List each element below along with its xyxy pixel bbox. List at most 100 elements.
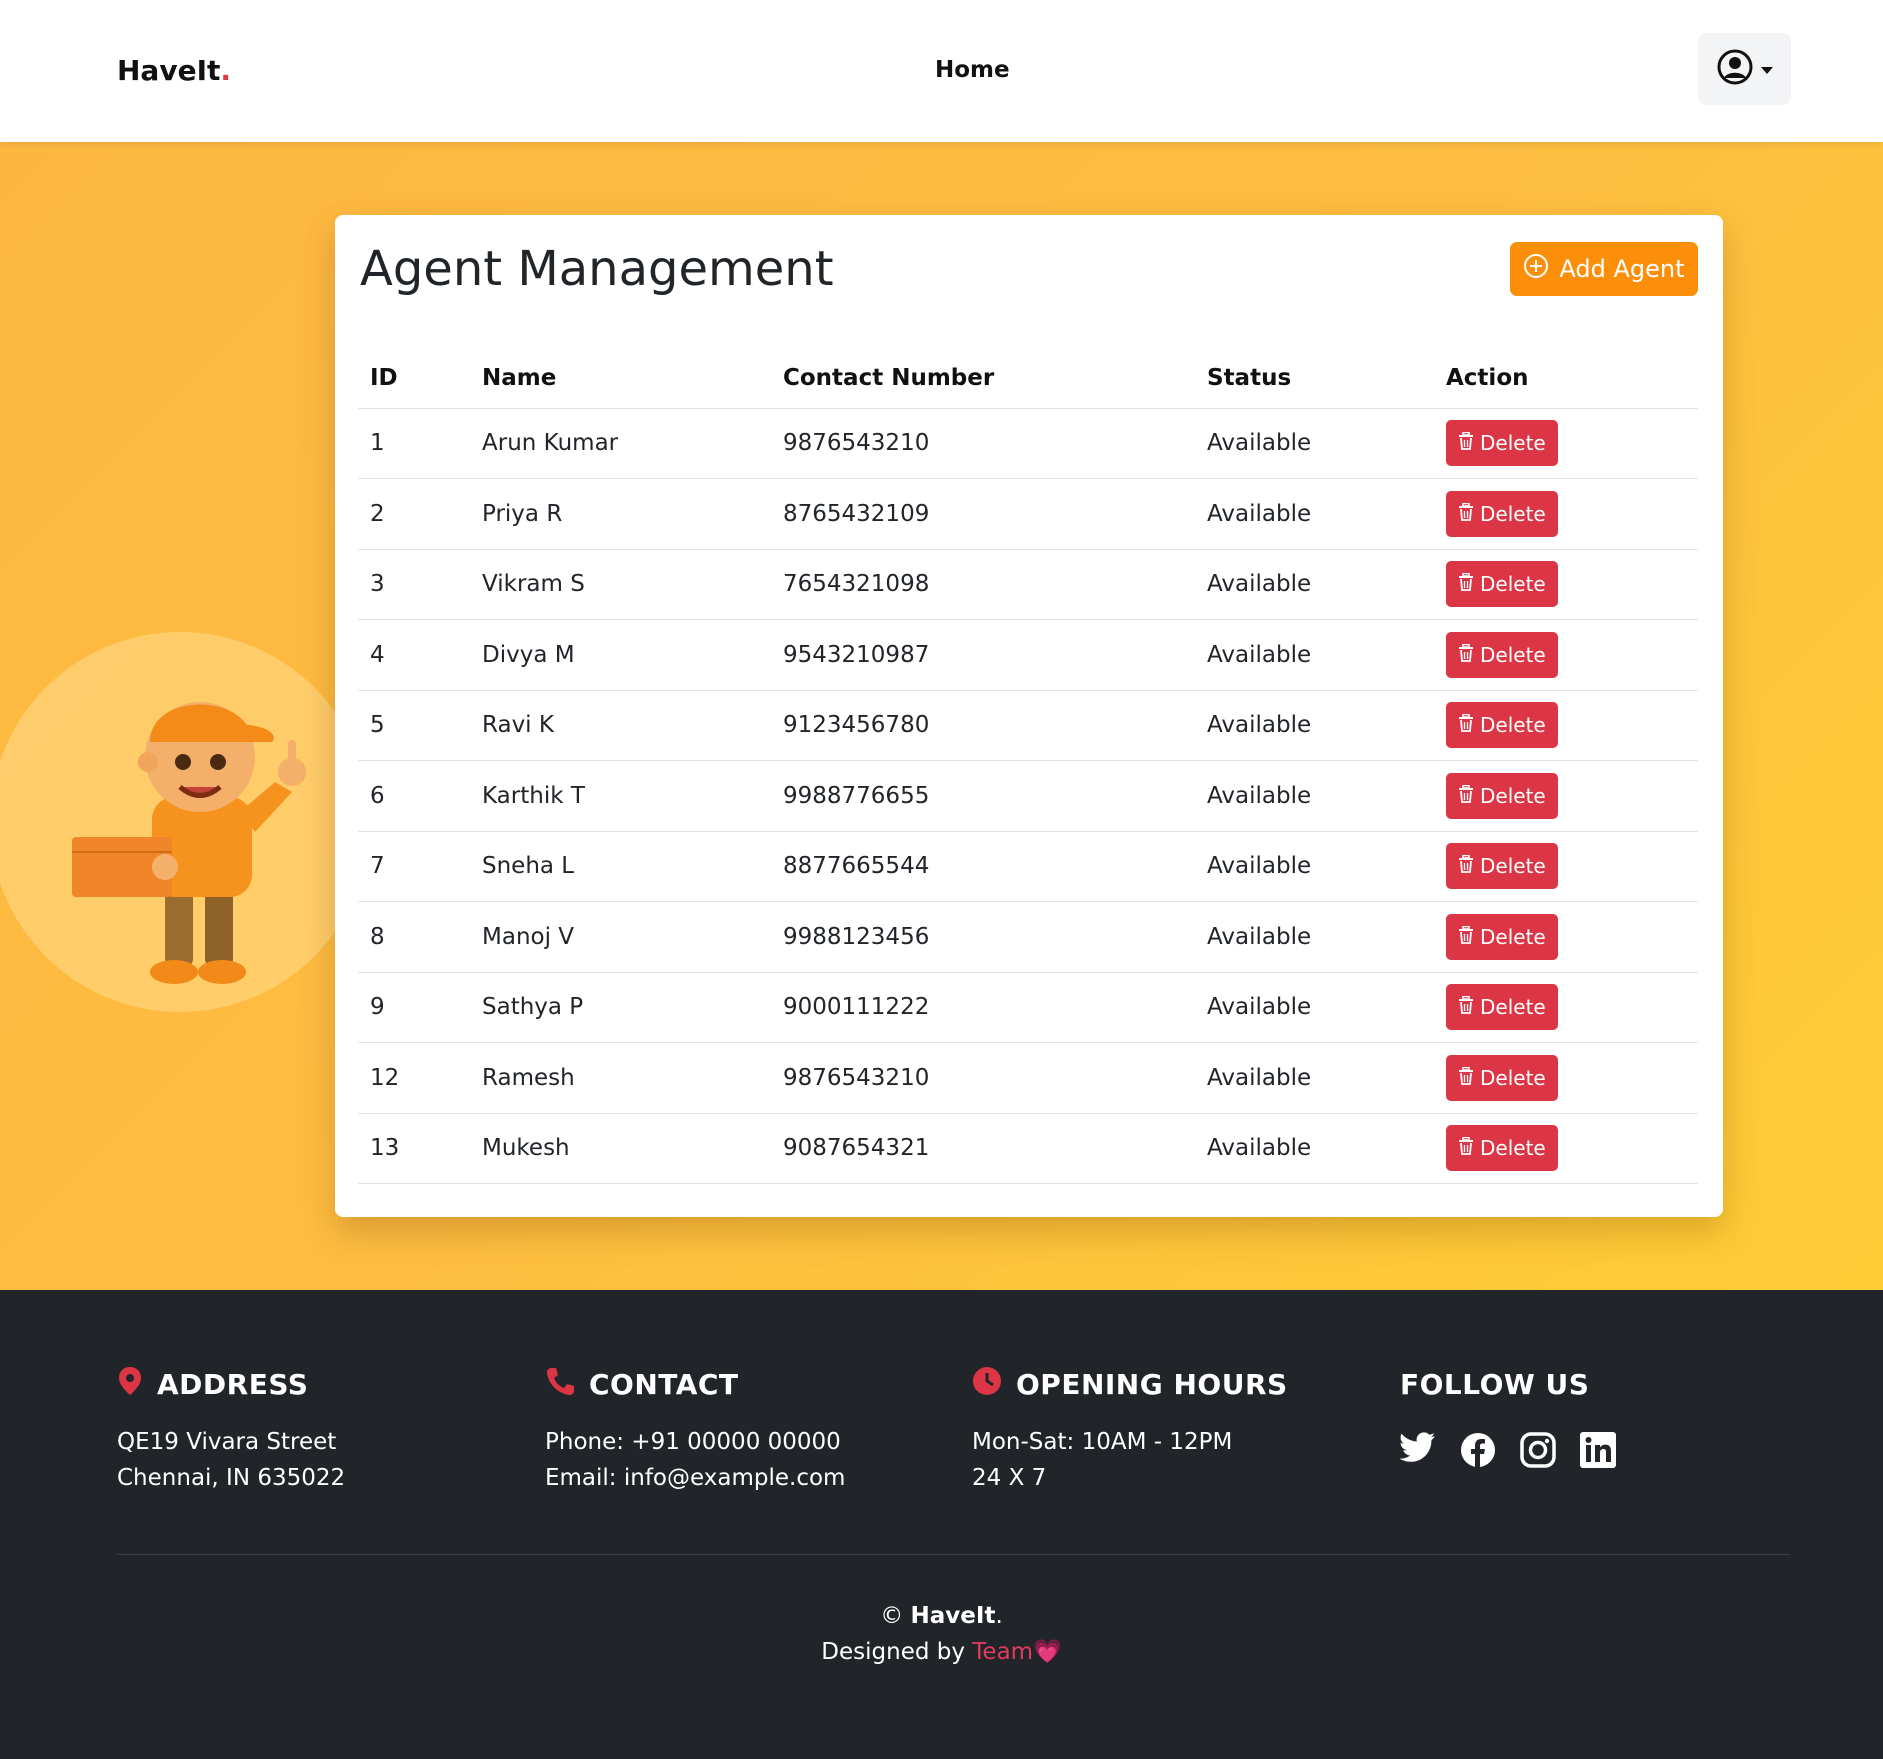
site-footer: ADDRESS QE19 Vivara Street Chennai, IN 6… [0, 1290, 1883, 1759]
add-agent-button[interactable]: Add Agent [1510, 242, 1698, 296]
trash-icon [1458, 784, 1474, 808]
trash-icon [1458, 1136, 1474, 1160]
user-circle-icon [1716, 48, 1754, 90]
cell-action: Delete [1434, 549, 1698, 620]
column-header-action: Action [1434, 348, 1698, 409]
cell-name: Arun Kumar [470, 408, 771, 479]
phone-icon [545, 1366, 575, 1403]
delete-button[interactable]: Delete [1446, 631, 1558, 678]
delete-label: Delete [1480, 501, 1546, 526]
cell-name: Ramesh [470, 1042, 771, 1114]
twitter-icon[interactable] [1400, 1432, 1436, 1468]
cell-id: 2 [358, 478, 470, 550]
column-header-name: Name [470, 348, 771, 409]
cell-contact: 8877665544 [771, 831, 1195, 902]
cell-action: Delete [1434, 831, 1698, 902]
footer-hours-title: OPENING HOURS [1016, 1367, 1288, 1401]
page-title: Agent Management [360, 241, 834, 297]
designed-by-text: Designed by [821, 1639, 965, 1665]
delete-label: Delete [1480, 1065, 1546, 1090]
table-row: 12 Ramesh 9876543210 Available Delete [358, 1042, 1698, 1114]
copyright: © HaveIt. Designed by Team💗 [0, 1598, 1883, 1670]
cell-name: Mukesh [470, 1113, 771, 1184]
delete-button[interactable]: Delete [1446, 984, 1558, 1031]
cell-id: 8 [358, 901, 470, 973]
delete-label: Delete [1480, 431, 1546, 456]
cell-name: Priya R [470, 478, 771, 550]
cell-id: 6 [358, 760, 470, 832]
facebook-icon[interactable] [1460, 1432, 1496, 1468]
address-line-1: QE19 Vivara Street [117, 1429, 337, 1455]
user-menu-button[interactable] [1698, 33, 1791, 105]
cell-name: Divya M [470, 619, 771, 691]
column-header-contact: Contact Number [771, 348, 1195, 409]
trash-icon [1458, 995, 1474, 1019]
trash-icon [1458, 925, 1474, 949]
cell-contact: 9876543210 [771, 408, 1195, 479]
delete-button[interactable]: Delete [1446, 1054, 1558, 1101]
footer-divider [117, 1554, 1790, 1555]
table-row: 2 Priya R 8765432109 Available Delete [358, 478, 1698, 550]
trash-icon [1458, 502, 1474, 526]
delete-button[interactable]: Delete [1446, 772, 1558, 819]
contact-email: Email: info@example.com [545, 1465, 846, 1491]
cell-status: Available [1195, 1042, 1434, 1114]
cell-id: 5 [358, 690, 470, 761]
footer-hours: OPENING HOURS Mon-Sat: 10AM - 12PM 24 X … [972, 1364, 1288, 1496]
cell-status: Available [1195, 831, 1434, 902]
instagram-icon[interactable] [1520, 1432, 1556, 1468]
cell-name: Karthik T [470, 760, 771, 832]
table-row: 6 Karthik T 9988776655 Available Delete [358, 760, 1698, 832]
cell-status: Available [1195, 760, 1434, 832]
team-link[interactable]: Team [972, 1639, 1033, 1665]
cell-action: Delete [1434, 972, 1698, 1043]
agents-table-body: 1 Arun Kumar 9876543210 Available Delete… [358, 408, 1698, 1184]
cell-name: Manoj V [470, 901, 771, 973]
trash-icon [1458, 431, 1474, 455]
cell-contact: 9543210987 [771, 619, 1195, 691]
trash-icon [1458, 713, 1474, 737]
brand-logo-dot: . [220, 54, 232, 87]
delete-label: Delete [1480, 854, 1546, 879]
delete-button[interactable]: Delete [1446, 490, 1558, 537]
delete-button[interactable]: Delete [1446, 702, 1558, 749]
nav-link-home[interactable]: Home [935, 57, 1010, 83]
footer-contact-title: CONTACT [589, 1367, 739, 1401]
table-row: 7 Sneha L 8877665544 Available Delete [358, 831, 1698, 902]
clock-icon [972, 1366, 1002, 1403]
cell-id: 1 [358, 408, 470, 479]
top-navbar: HaveIt. Home [0, 0, 1883, 142]
delivery-boy-illustration [72, 702, 306, 984]
cell-contact: 9876543210 [771, 1042, 1195, 1114]
delete-button[interactable]: Delete [1446, 561, 1558, 608]
delete-button[interactable]: Delete [1446, 420, 1558, 467]
main-section: Agent Management Add Agent ID Name Conta… [0, 142, 1883, 1290]
linkedin-icon[interactable] [1580, 1432, 1616, 1468]
delete-button[interactable]: Delete [1446, 913, 1558, 960]
cell-contact: 9000111222 [771, 972, 1195, 1043]
brand-logo[interactable]: HaveIt. [117, 54, 231, 87]
brand-logo-text: HaveIt [117, 54, 221, 87]
footer-follow: FOLLOW US [1400, 1364, 1616, 1468]
table-row: 9 Sathya P 9000111222 Available Delete [358, 972, 1698, 1043]
footer-address: ADDRESS QE19 Vivara Street Chennai, IN 6… [117, 1364, 345, 1496]
cell-action: Delete [1434, 478, 1698, 550]
cell-status: Available [1195, 901, 1434, 973]
cell-id: 3 [358, 549, 470, 620]
cell-id: 13 [358, 1113, 470, 1184]
delete-label: Delete [1480, 1136, 1546, 1161]
hours-line-1: Mon-Sat: 10AM - 12PM [972, 1429, 1233, 1455]
footer-address-title: ADDRESS [157, 1367, 309, 1401]
delete-button[interactable]: Delete [1446, 843, 1558, 890]
cell-action: Delete [1434, 760, 1698, 832]
hours-line-2: 24 X 7 [972, 1465, 1047, 1491]
cell-contact: 9988123456 [771, 901, 1195, 973]
delete-label: Delete [1480, 572, 1546, 597]
copyright-brand-dot: . [995, 1603, 1003, 1629]
delete-button[interactable]: Delete [1446, 1125, 1558, 1172]
footer-follow-title: FOLLOW US [1400, 1367, 1590, 1401]
cell-status: Available [1195, 1113, 1434, 1184]
delete-label: Delete [1480, 924, 1546, 949]
cell-status: Available [1195, 549, 1434, 620]
cell-status: Available [1195, 690, 1434, 761]
